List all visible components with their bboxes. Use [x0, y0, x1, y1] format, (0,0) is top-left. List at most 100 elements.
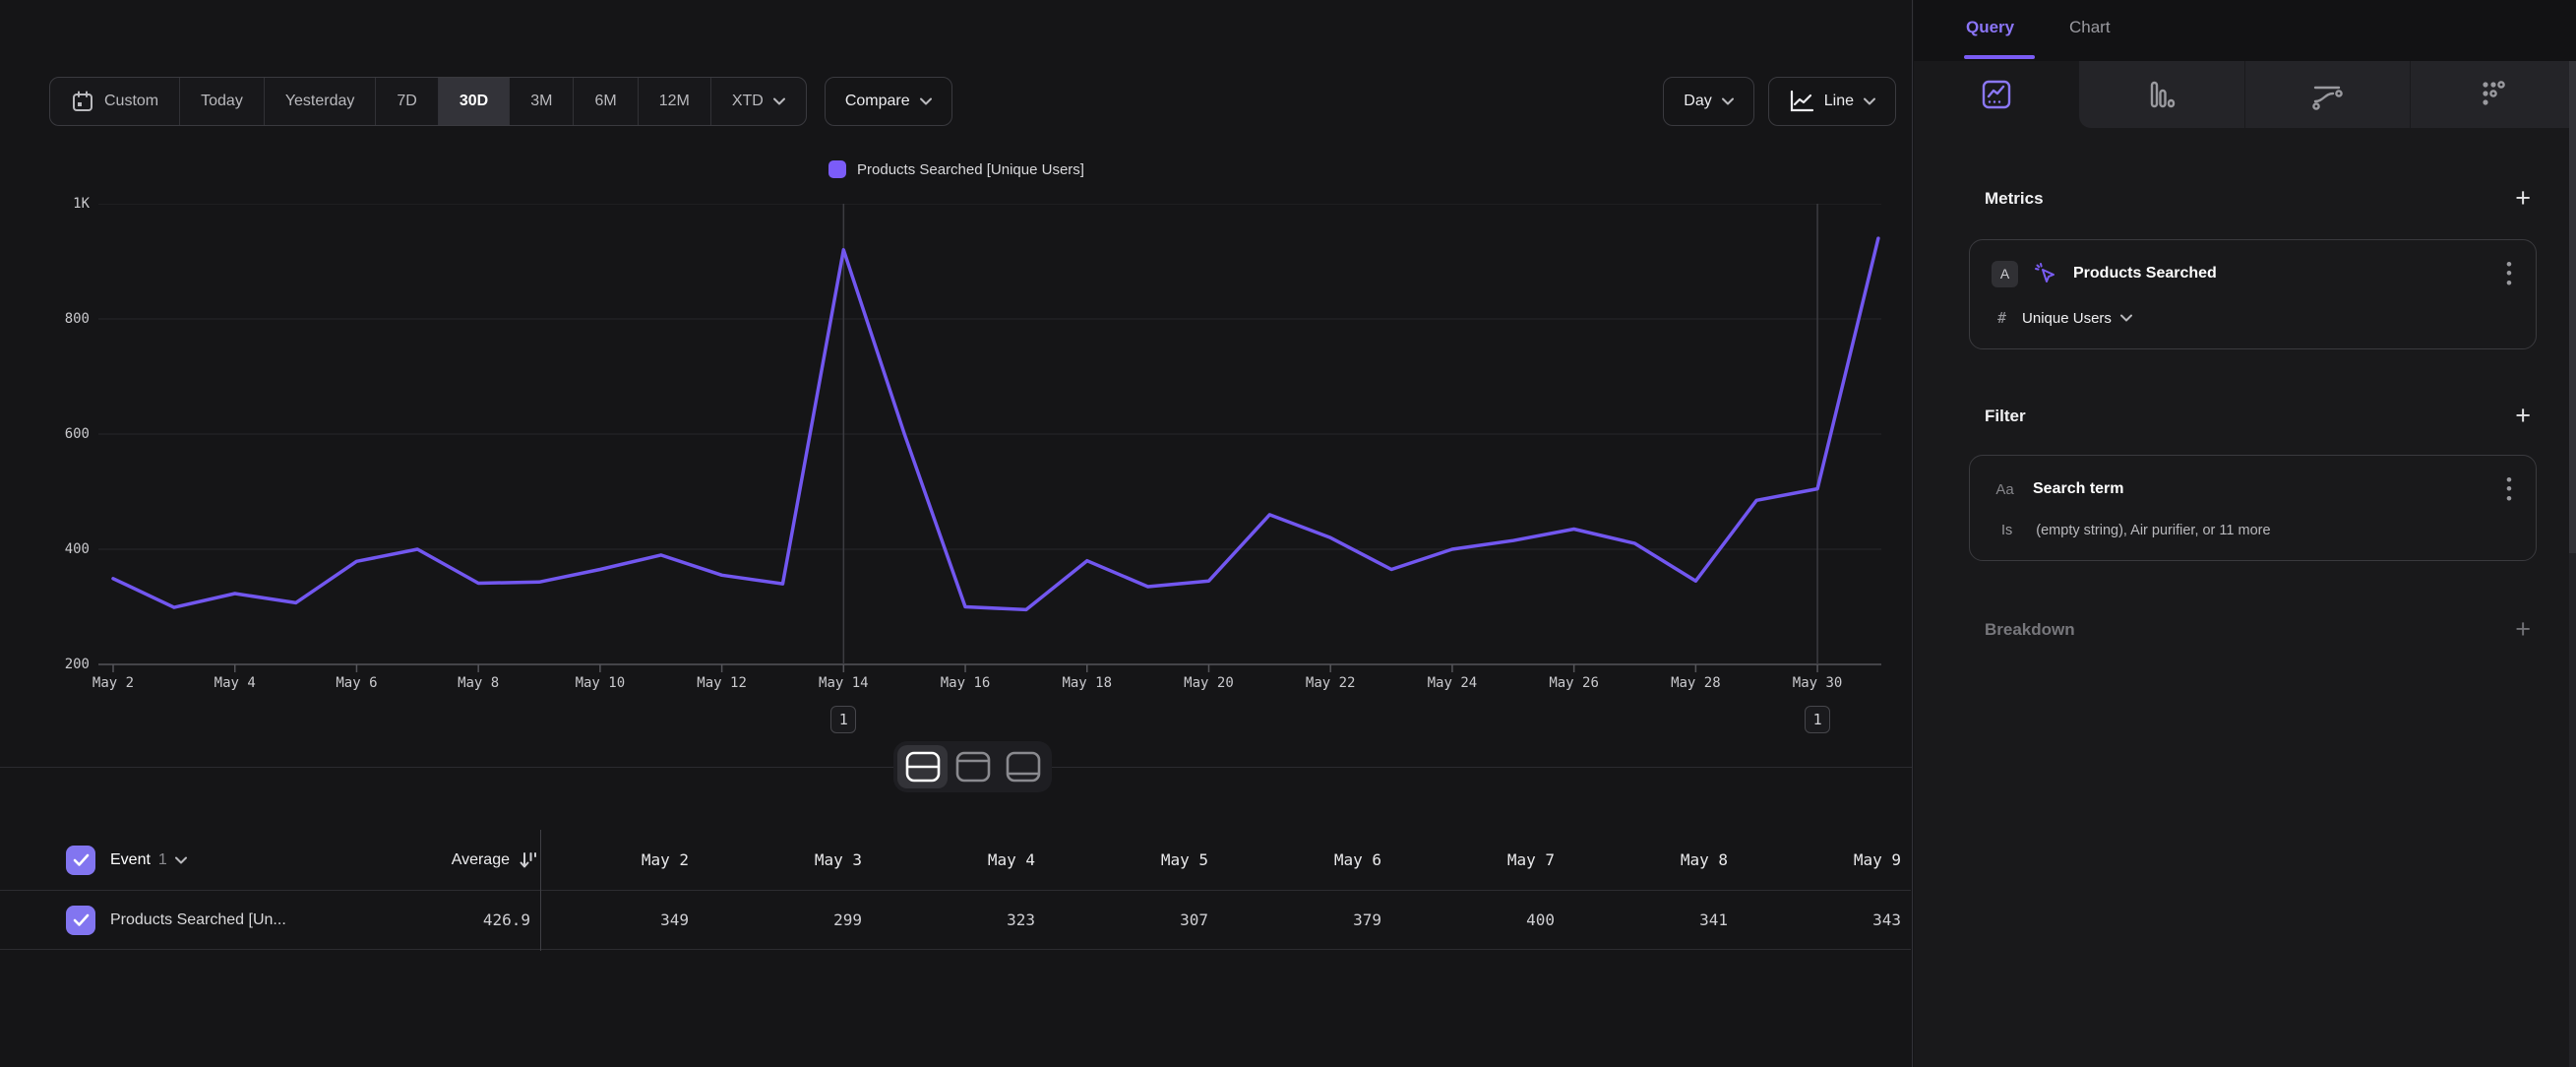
x-tick-label: May 6 [312, 675, 400, 691]
line-chart[interactable] [98, 204, 1881, 674]
x-tick-label: May 12 [678, 675, 767, 691]
tab-chart[interactable]: Chart [2069, 18, 2111, 37]
x-tick-label: May 4 [191, 675, 279, 691]
compare-button[interactable]: Compare [825, 77, 952, 126]
aggregation-dropdown[interactable]: Unique Users [2022, 310, 2132, 327]
metric-options-button[interactable]: ••• [2500, 260, 2518, 287]
sidebar-header: Query Chart [1914, 0, 2576, 61]
series-letter-badge: A [1992, 261, 2018, 287]
aggregation-symbol: # [1997, 309, 2006, 327]
chart-type-dropdown[interactable]: Line [1768, 77, 1896, 126]
table-column-divider [540, 830, 541, 951]
tab-retention[interactable] [2411, 61, 2576, 128]
row-cell-value: 299 [699, 910, 872, 929]
date-range-toolbar: CustomTodayYesterday 7D 30D 3M 6M12M XTD Comp… [49, 77, 952, 126]
range-7d[interactable]: 7D [375, 78, 437, 125]
chart-only-view-button[interactable] [948, 745, 998, 788]
x-tick-label: May 18 [1043, 675, 1132, 691]
event-column-header[interactable]: Event 1 [110, 851, 187, 869]
metrics-heading: Metrics [1969, 189, 2044, 209]
compare-label: Compare [845, 93, 910, 110]
y-tick-label: 600 [31, 426, 90, 442]
y-tick-label: 800 [31, 311, 90, 327]
row-average-value: 426.9 [387, 910, 540, 929]
tab-insights[interactable] [1914, 61, 2079, 128]
tab-funnels[interactable] [2079, 61, 2245, 128]
granularity-dropdown[interactable]: Day [1663, 77, 1753, 126]
chart-type-label: Line [1824, 93, 1854, 110]
granularity-label: Day [1684, 93, 1711, 110]
sort-icon [519, 850, 538, 870]
chart-legend[interactable]: Products Searched [Unique Users] [0, 160, 1913, 178]
range-3m[interactable]: 3M [509, 78, 573, 125]
x-tick-label: May 26 [1530, 675, 1619, 691]
x-tick-label: May 16 [921, 675, 1010, 691]
date-column-header[interactable]: May 4 [872, 850, 1045, 869]
chevron-down-icon [1722, 97, 1734, 105]
range-today[interactable]: Today [179, 78, 264, 125]
line-chart-icon [1789, 90, 1814, 113]
x-tick-label: May 24 [1408, 675, 1497, 691]
sidebar-scrollbar-thumb[interactable] [2569, 61, 2576, 553]
legend-swatch [828, 160, 846, 178]
table-row[interactable]: Products Searched [Un...426.934929932330… [0, 891, 1911, 950]
date-column-header[interactable]: May 3 [699, 850, 872, 869]
row-event-name: Products Searched [Un... [110, 911, 286, 929]
date-column-header[interactable]: May 7 [1391, 850, 1564, 869]
annotation-badge[interactable]: 1 [1805, 706, 1830, 733]
query-sidebar: Query Chart [1914, 0, 2576, 1067]
retention-icon [2477, 78, 2510, 111]
average-label: Average [452, 851, 510, 869]
select-all-checkbox[interactable] [66, 846, 95, 875]
row-cell-value: 307 [1045, 910, 1218, 929]
table-body: Products Searched [Un...426.934929932330… [0, 891, 1911, 950]
average-column-header[interactable]: Average [387, 850, 540, 870]
metric-card[interactable]: A Products Searched ••• # Unique Users [1969, 239, 2537, 349]
range-12m[interactable]: 12M [638, 78, 710, 125]
row-cell-value: 400 [1391, 910, 1564, 929]
range-label: 3M [530, 93, 552, 110]
range-6m[interactable]: 6M [573, 78, 637, 125]
date-column-header[interactable]: May 2 [540, 850, 699, 869]
table-header-row: Event 1 Average May 2May 3May 4May 5May … [0, 830, 1911, 891]
date-column-header[interactable]: May 5 [1045, 850, 1218, 869]
row-cell-value: 341 [1564, 910, 1738, 929]
split-view-button[interactable] [897, 745, 948, 788]
row-cell-value: 323 [872, 910, 1045, 929]
range-label: XTD [732, 93, 764, 110]
event-cursor-icon [2033, 261, 2058, 286]
range-custom[interactable]: Custom [50, 78, 179, 125]
add-filter-button[interactable]: + [2509, 401, 2537, 431]
x-tick-label: May 8 [434, 675, 522, 691]
x-tick-label: May 28 [1651, 675, 1740, 691]
range-label: 7D [397, 93, 416, 110]
tab-query[interactable]: Query [1966, 18, 2014, 37]
chart-controls: Day Line [1663, 77, 1896, 126]
chevron-down-icon [175, 856, 187, 864]
table-only-view-button[interactable] [998, 745, 1048, 788]
funnels-icon [2145, 78, 2178, 111]
annotation-badge[interactable]: 1 [830, 706, 856, 733]
x-tick-label: May 22 [1286, 675, 1375, 691]
results-table: Event 1 Average May 2May 3May 4May 5May … [0, 830, 1911, 950]
data-series-line[interactable] [113, 238, 1878, 609]
date-column-header[interactable]: May 6 [1218, 850, 1391, 869]
range-30d[interactable]: 30D [438, 78, 509, 125]
row-checkbox[interactable] [66, 906, 95, 935]
breakdown-heading: Breakdown [1969, 620, 2075, 640]
filter-operator[interactable]: Is [2001, 523, 2012, 538]
filter-card[interactable]: Aa Search term ••• Is (empty string), Ai… [1969, 455, 2537, 561]
range-yesterday[interactable]: Yesterday [264, 78, 376, 125]
row-cell-value: 379 [1218, 910, 1391, 929]
filter-value[interactable]: (empty string), Air purifier, or 11 more [2036, 523, 2270, 538]
filter-options-button[interactable]: ••• [2500, 475, 2518, 503]
x-tick-label: May 2 [69, 675, 157, 691]
event-count: 1 [158, 851, 167, 869]
y-tick-label: 200 [31, 657, 90, 672]
date-column-header[interactable]: May 8 [1564, 850, 1738, 869]
add-breakdown-button[interactable]: + [2509, 614, 2537, 645]
range-xtd[interactable]: XTD [710, 78, 806, 125]
date-column-header[interactable]: May 9 [1738, 850, 1911, 869]
add-metric-button[interactable]: + [2509, 183, 2537, 214]
tab-flows[interactable] [2245, 61, 2412, 128]
